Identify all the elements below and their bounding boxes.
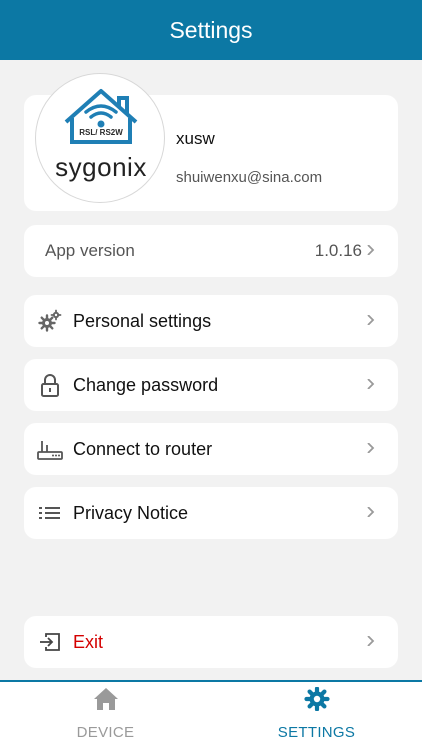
exit-item[interactable]: Exit [24,616,398,668]
chevron-right-icon [367,379,375,389]
profile-card[interactable]: RSL/ RS2W sygonix xusw shuiwenxu@sina.co… [24,73,398,211]
tab-settings[interactable]: SETTINGS [211,682,422,750]
lock-icon [41,374,59,397]
gear-icon [304,687,330,711]
exit-label: Exit [73,632,104,652]
app-version-row[interactable]: App version 1.0.16 [24,225,398,277]
gears-icon [38,309,62,332]
personal-settings-item[interactable]: Personal settings [24,295,398,347]
chevron-right-icon [367,443,375,453]
app-version-label: App version [45,241,135,260]
chevron-right-icon [367,636,375,646]
personal-settings-label: Personal settings [73,311,212,331]
privacy-notice-label: Privacy Notice [73,503,189,523]
brand-logo: RSL/ RS2W sygonix [35,73,165,203]
connect-router-label: Connect to router [73,439,213,459]
home-icon [94,688,118,710]
page-title: Settings [169,16,253,43]
logo-brand-text: sygonix [55,152,147,182]
chevron-right-icon [367,315,375,325]
exit-icon [40,633,60,651]
logo-model-text: RSL/ RS2W [79,128,123,137]
tab-device[interactable]: DEVICE [0,682,211,750]
tab-device-label: DEVICE [76,724,135,741]
user-email: shuiwenxu@sina.com [176,169,323,186]
chevron-right-icon [367,507,375,517]
chevron-right-icon [367,245,375,255]
router-icon [37,441,63,460]
house-wifi-logo-icon [64,89,138,144]
connect-router-item[interactable]: Connect to router [24,423,398,475]
list-icon [39,507,60,519]
app-version-value: 1.0.16 [314,241,362,260]
bottom-tab-bar: DEVICE SETTINGS [0,680,422,750]
privacy-notice-item[interactable]: Privacy Notice [24,487,398,539]
page-header: Settings [0,0,422,60]
change-password-item[interactable]: Change password [24,359,398,411]
tab-settings-label: SETTINGS [277,724,356,741]
username: xusw [176,129,215,148]
change-password-label: Change password [73,375,219,395]
